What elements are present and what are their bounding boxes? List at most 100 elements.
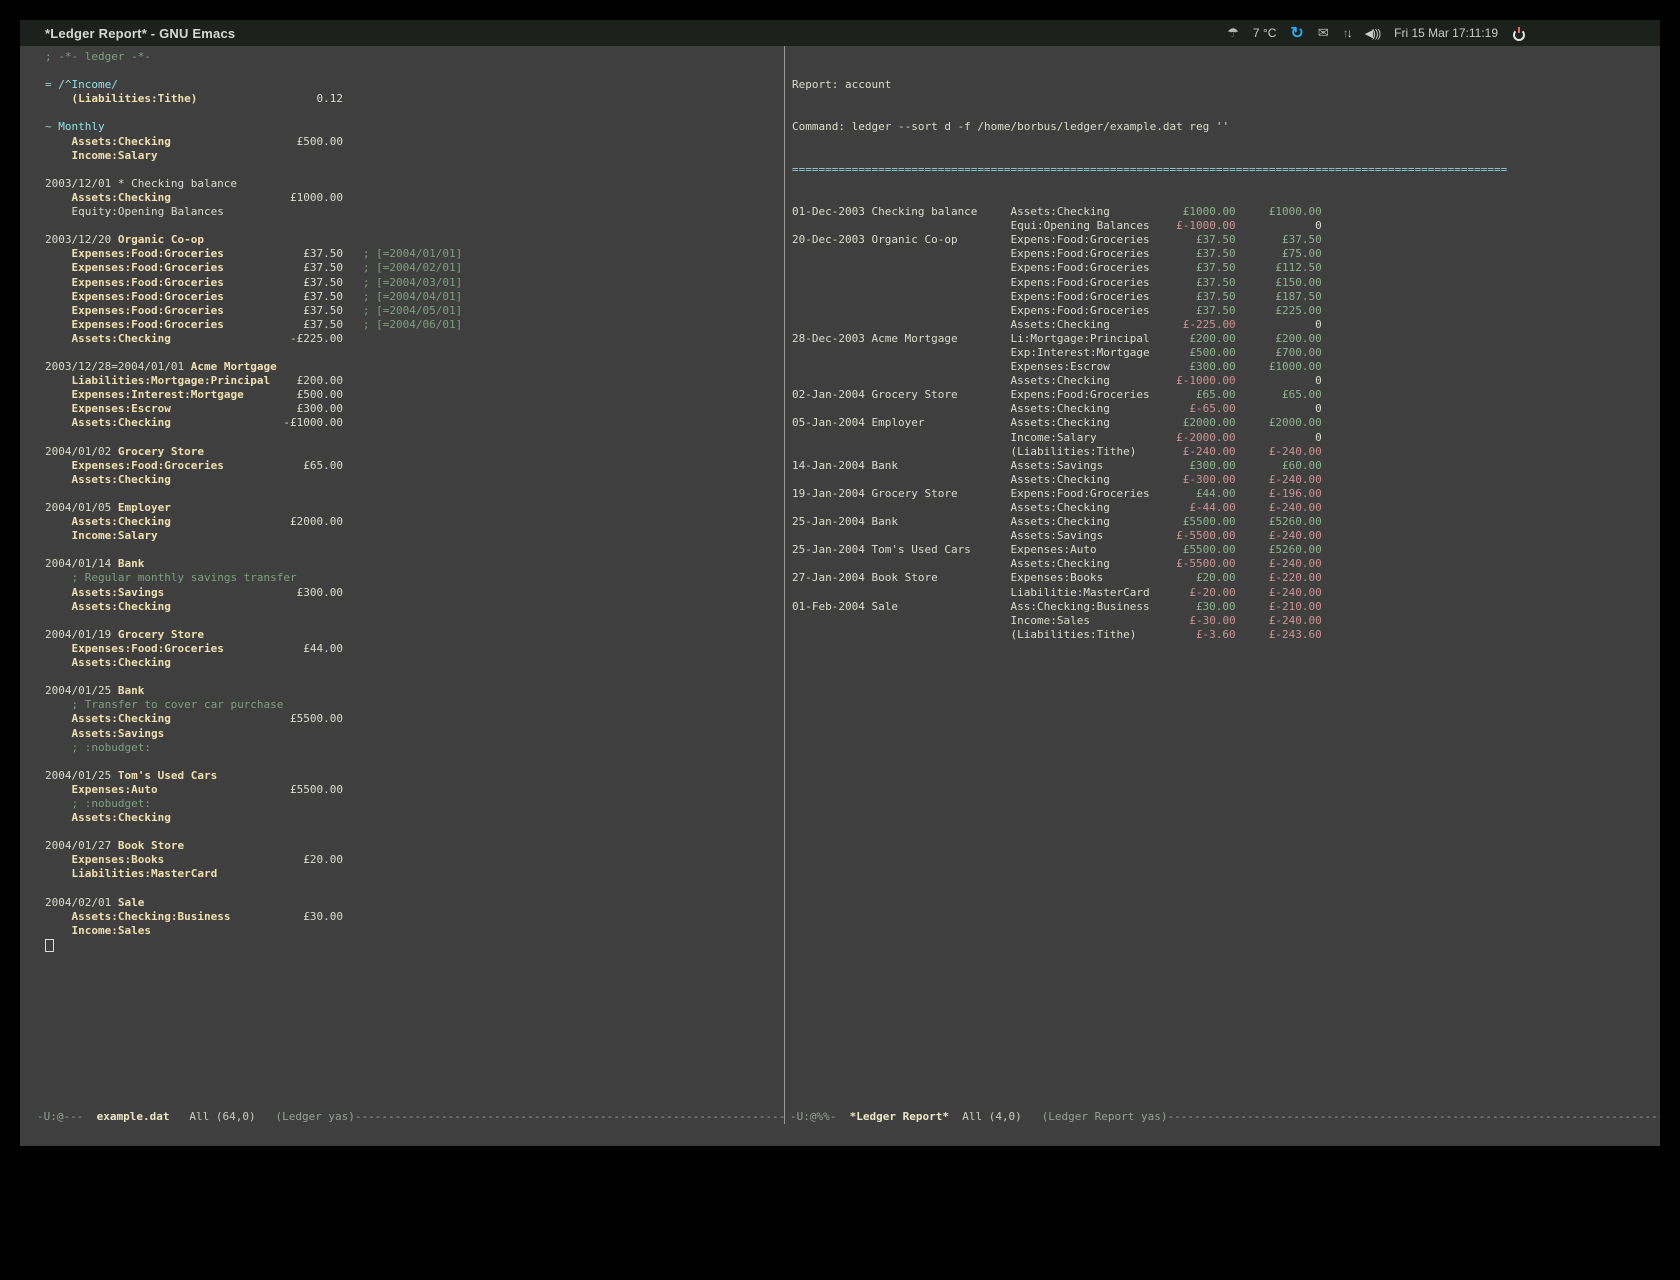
modeline-left[interactable]: -U:@--- example.dat All (64,0) (Ledger y… (20, 1110, 784, 1124)
register-amount: £-225.00 (1156, 318, 1235, 332)
register-account: Ass:Checking:Business (1011, 600, 1157, 614)
register-row[interactable]: Liabilitie:MasterCard£-20.00£-240.00 (792, 586, 1660, 600)
modeline-right[interactable]: -U:@%%- *Ledger Report* All (4,0) (Ledge… (784, 1110, 1660, 1124)
register-account: Assets:Checking (1011, 205, 1157, 219)
register-row[interactable]: (Liabilities:Tithe)£-3.60£-243.60 (792, 628, 1660, 642)
register-row[interactable]: (Liabilities:Tithe)£-240.00£-240.00 (792, 445, 1660, 459)
buffer-line: Income:Salary (45, 149, 784, 163)
buffer-line: Assets:Savings (45, 727, 784, 741)
titlebar[interactable]: *Ledger Report* - GNU Emacs ☂ 7 °C ↻ ✉ ↑… (20, 20, 1660, 46)
register-row[interactable]: 02-Jan-2004 Grocery StoreExpens:Food:Gro… (792, 388, 1660, 402)
register-date-payee: 25-Jan-2004 Bank (792, 515, 1011, 529)
register-amount: £-3.60 (1156, 628, 1235, 642)
mail-icon[interactable]: ✉ (1318, 27, 1329, 40)
volume-icon[interactable]: ◀))) (1365, 27, 1380, 40)
register-amount: £-44.00 (1156, 501, 1235, 515)
register-row[interactable]: 14-Jan-2004 BankAssets:Savings£300.00£60… (792, 459, 1660, 473)
register-date-payee (792, 402, 1011, 416)
modeline-buffer-name: example.dat (97, 1110, 170, 1123)
register-amount: £65.00 (1156, 388, 1235, 402)
weather-icon[interactable]: ☂ (1227, 27, 1239, 40)
buffer-line: ; :nobudget: (45, 797, 784, 811)
power-icon[interactable] (1512, 27, 1525, 40)
register-running-total: £-240.00 (1236, 445, 1322, 459)
ledger-file-buffer[interactable]: ; -*- ledger -*-= /^Income/ (Liabilities… (20, 46, 784, 1110)
emacs-text-area: ; -*- ledger -*-= /^Income/ (Liabilities… (20, 46, 1660, 1146)
buffer-line: Assets:Checking (45, 811, 784, 825)
register-row[interactable]: Assets:Checking£-44.00£-240.00 (792, 501, 1660, 515)
buffer-line: Assets:Checking:Business £30.00 (45, 910, 784, 924)
register-row[interactable]: Equi:Opening Balances£-1000.000 (792, 219, 1660, 233)
register-running-total: £60.00 (1236, 459, 1322, 473)
register-row[interactable]: Assets:Checking£-300.00£-240.00 (792, 473, 1660, 487)
window-divider[interactable] (784, 46, 785, 1124)
register-row[interactable]: Income:Salary£-2000.000 (792, 431, 1660, 445)
register-account: Expens:Food:Groceries (1011, 290, 1157, 304)
register-row[interactable]: Assets:Checking£-1000.000 (792, 374, 1660, 388)
buffer-line: ; :nobudget: (45, 741, 784, 755)
register-amount: £44.00 (1156, 487, 1235, 501)
buffer-line: 2004/02/01 Sale (45, 896, 784, 910)
refresh-icon[interactable]: ↻ (1290, 23, 1303, 43)
register-account: Assets:Savings (1011, 529, 1157, 543)
register-row[interactable]: 27-Jan-2004 Book StoreExpenses:Books£20.… (792, 571, 1660, 585)
register-row[interactable]: 01-Feb-2004 SaleAss:Checking:Business£30… (792, 600, 1660, 614)
register-amount: £-30.00 (1156, 614, 1235, 628)
register-account: Expens:Food:Groceries (1011, 261, 1157, 275)
buffer-line: ; Regular monthly savings transfer (45, 571, 784, 585)
register-account: Expens:Food:Groceries (1011, 304, 1157, 318)
register-running-total: £-243.60 (1236, 628, 1322, 642)
register-row[interactable]: 19-Jan-2004 Grocery StoreExpens:Food:Gro… (792, 487, 1660, 501)
buffer-line: Assets:Checking £5500.00 (45, 712, 784, 726)
register-running-total: £1000.00 (1236, 360, 1322, 374)
register-row[interactable]: Expenses:Escrow£300.00£1000.00 (792, 360, 1660, 374)
register-account: Expens:Food:Groceries (1011, 276, 1157, 290)
register-amount: £5500.00 (1156, 543, 1235, 557)
register-account: Assets:Checking (1011, 318, 1157, 332)
ledger-report-buffer[interactable]: Report: account Command: ledger --sort d… (784, 46, 1660, 1110)
buffer-line: Expenses:Food:Groceries £37.50 ; [=2004/… (45, 318, 784, 332)
register-row[interactable]: 25-Jan-2004 BankAssets:Checking£5500.00£… (792, 515, 1660, 529)
buffer-line: Assets:Checking -£225.00 (45, 332, 784, 346)
register-row[interactable]: Income:Sales£-30.00£-240.00 (792, 614, 1660, 628)
register-row[interactable]: 20-Dec-2003 Organic Co-opExpens:Food:Gro… (792, 233, 1660, 247)
register-row[interactable]: Expens:Food:Groceries£37.50£150.00 (792, 276, 1660, 290)
register-row[interactable]: 25-Jan-2004 Tom's Used CarsExpenses:Auto… (792, 543, 1660, 557)
emacs-frame: *Ledger Report* - GNU Emacs ☂ 7 °C ↻ ✉ ↑… (20, 20, 1660, 1146)
network-traffic-icon[interactable]: ↑↓ (1343, 26, 1351, 40)
register-row[interactable]: Expens:Food:Groceries£37.50£75.00 (792, 247, 1660, 261)
buffer-line: Income:Sales (45, 924, 784, 938)
register-amount: £-240.00 (1156, 445, 1235, 459)
register-row[interactable]: Expens:Food:Groceries£37.50£112.50 (792, 261, 1660, 275)
buffer-line (45, 825, 784, 839)
register-running-total: £225.00 (1236, 304, 1322, 318)
register-date-payee: 02-Jan-2004 Grocery Store (792, 388, 1011, 402)
register-running-total: £187.50 (1236, 290, 1322, 304)
register-date-payee: 01-Dec-2003 Checking balance (792, 205, 1011, 219)
echo-area[interactable] (20, 1124, 1660, 1146)
register-running-total: £700.00 (1236, 346, 1322, 360)
register-amount: £5500.00 (1156, 515, 1235, 529)
register-account: Assets:Checking (1011, 515, 1157, 529)
register-account: Liabilitie:MasterCard (1011, 586, 1157, 600)
register-row[interactable]: 05-Jan-2004 EmployerAssets:Checking£2000… (792, 416, 1660, 430)
buffer-line: 2004/01/25 Bank (45, 684, 784, 698)
buffer-line: Income:Salary (45, 529, 784, 543)
register-row[interactable]: Expens:Food:Groceries£37.50£225.00 (792, 304, 1660, 318)
buffer-line (45, 487, 784, 501)
buffer-line: Assets:Checking £500.00 (45, 135, 784, 149)
register-row[interactable]: Assets:Savings£-5500.00£-240.00 (792, 529, 1660, 543)
register-row[interactable]: Assets:Checking£-65.000 (792, 402, 1660, 416)
register-row[interactable]: Exp:Interest:Mortgage£500.00£700.00 (792, 346, 1660, 360)
buffer-line: 2004/01/27 Book Store (45, 839, 784, 853)
buffer-line: Liabilities:MasterCard (45, 867, 784, 881)
register-account: (Liabilities:Tithe) (1011, 445, 1157, 459)
register-row[interactable]: 01-Dec-2003 Checking balanceAssets:Check… (792, 205, 1660, 219)
register-row[interactable]: Assets:Checking£-225.000 (792, 318, 1660, 332)
register-row[interactable]: Assets:Checking£-5500.00£-240.00 (792, 557, 1660, 571)
register-date-payee: 20-Dec-2003 Organic Co-op (792, 233, 1011, 247)
buffer-line: 2004/01/14 Bank (45, 557, 784, 571)
register-row[interactable]: Expens:Food:Groceries£37.50£187.50 (792, 290, 1660, 304)
register-amount: £200.00 (1156, 332, 1235, 346)
register-row[interactable]: 28-Dec-2003 Acme MortgageLi:Mortgage:Pri… (792, 332, 1660, 346)
